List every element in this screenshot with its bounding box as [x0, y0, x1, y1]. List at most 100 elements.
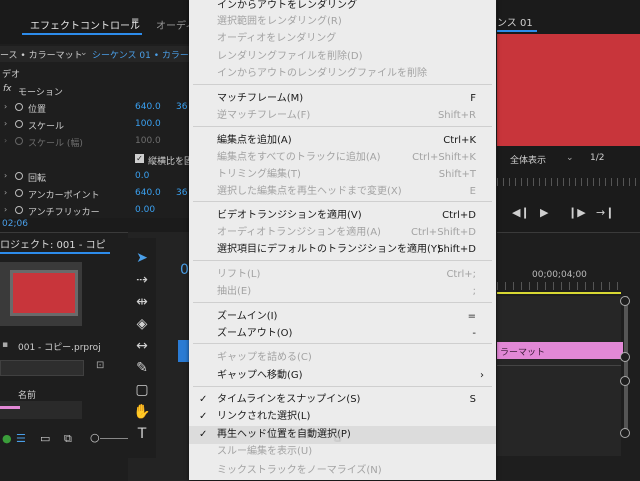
menu-item[interactable]: オーディオをレンダリング [189, 30, 496, 48]
color-matte-thumbnail[interactable] [10, 270, 78, 316]
menu-item-label: リンクされた選択(L) [217, 411, 311, 422]
freeform-view-icon[interactable]: ⧉ [64, 432, 72, 446]
timeline-timecode[interactable]: 0 [180, 262, 189, 278]
playback-resolution-select[interactable]: 1/2 [590, 153, 604, 163]
program-time-ruler[interactable] [497, 178, 640, 186]
track-select-tool-icon[interactable]: ⇢ [132, 270, 152, 290]
zoom-slider-track[interactable] [100, 438, 128, 439]
column-header-name[interactable]: 名前 [18, 388, 36, 401]
chevron-right-icon[interactable]: › [4, 205, 7, 214]
menu-item-label: リフト(L) [217, 269, 261, 280]
menu-item[interactable]: インからアウトのレンダリングファイルを削除 [189, 65, 496, 83]
menu-item[interactable]: マッチフレーム(M) F [189, 90, 496, 108]
scroll-handle-mid[interactable] [620, 352, 630, 362]
chevron-right-icon: › [4, 136, 8, 145]
scroll-handle-top[interactable] [620, 296, 630, 306]
menu-item[interactable]: ギャップへ移動(G) › [189, 367, 496, 385]
step-forward-icon[interactable]: ❙▶ [568, 206, 586, 219]
icon-view-icon[interactable]: ▭ [40, 432, 50, 445]
stopwatch-icon[interactable] [15, 206, 23, 214]
fx-icon[interactable]: fx [3, 84, 12, 94]
menu-item-label: インからアウトのレンダリングファイルを削除 [217, 68, 427, 79]
ripple-edit-tool-icon[interactable]: ⇹ [132, 292, 152, 312]
source-clip-label[interactable]: ース • カラーマット [0, 48, 83, 61]
zoom-level-select[interactable]: 全体表示 [510, 153, 546, 166]
timeline-ruler[interactable] [497, 282, 621, 290]
menu-item[interactable]: スルー編集を表示(U) [189, 443, 496, 461]
menu-item[interactable]: ✓ リンクされた選択(L) [189, 408, 496, 426]
menu-item-label: ギャップを詰める(C) [217, 352, 312, 363]
menu-item-label: オーディオトランジションを適用(A) [217, 227, 381, 238]
stopwatch-icon[interactable] [15, 103, 23, 111]
menu-item[interactable]: 逆マッチフレーム(F) Shift+R [189, 107, 496, 125]
chevron-down-icon[interactable]: ⌄ [566, 153, 574, 163]
timecode-display[interactable]: 02;06 [2, 219, 28, 229]
chevron-right-icon[interactable]: › [4, 188, 7, 197]
menu-item[interactable]: オーディオトランジションを適用(A) Ctrl+Shift+D [189, 224, 496, 242]
anchor-x-value[interactable]: 640.0 [135, 188, 161, 198]
menu-item[interactable]: ビデオトランジションを適用(V) Ctrl+D [189, 207, 496, 225]
go-to-out-icon[interactable]: →❙ [596, 206, 614, 219]
step-back-icon[interactable]: ◀❙ [512, 206, 530, 219]
selection-tool-icon[interactable]: ➤ [132, 248, 152, 268]
position-x-value[interactable]: 640.0 [135, 102, 161, 112]
vertical-scrollbar[interactable] [624, 296, 628, 436]
menu-item[interactable]: ズームイン(I) = [189, 308, 496, 326]
menu-item[interactable]: リフト(L) Ctrl+; [189, 266, 496, 284]
menu-item[interactable]: トリミング編集(T) Shift+T [189, 166, 496, 184]
anchor-y-value[interactable]: 36 [176, 188, 187, 198]
stopwatch-icon[interactable] [15, 120, 23, 128]
menu-item[interactable]: ギャップを詰める(C) [189, 349, 496, 367]
menu-item[interactable]: 選択した編集点を再生ヘッドまで変更(X) E [189, 183, 496, 201]
program-monitor-tab[interactable]: ンス 01 [497, 14, 533, 29]
menu-item[interactable]: レンダリングファイルを削除(D) [189, 48, 496, 66]
pen-tool-icon[interactable]: ✎ [132, 358, 152, 378]
stopwatch-icon[interactable] [15, 189, 23, 197]
chevron-right-icon[interactable]: › [4, 171, 7, 180]
menu-item[interactable]: ズームアウト(O) - [189, 325, 496, 343]
list-view-icon[interactable]: ☰ [16, 432, 26, 445]
rectangle-tool-icon[interactable]: ▢ [132, 380, 152, 400]
razor-tool-icon[interactable]: ◈ [132, 314, 152, 334]
new-bin-icon[interactable]: ⊡ [96, 360, 104, 371]
scale-row: › スケール 100.0 [0, 116, 190, 133]
rotation-value[interactable]: 0.0 [135, 171, 149, 181]
menu-item-label: マッチフレーム(M) [217, 93, 304, 104]
scale-value[interactable]: 100.0 [135, 119, 161, 129]
pencil-icon[interactable]: ● [2, 432, 12, 445]
project-panel-title[interactable]: ロジェクト: 001 - コピ [0, 236, 106, 251]
menu-item[interactable]: 編集点を追加(A) Ctrl+K [189, 132, 496, 150]
timeline-tracks[interactable] [497, 296, 621, 456]
checkbox-icon[interactable]: ✓ [135, 154, 144, 163]
scroll-handle-lower[interactable] [620, 376, 630, 386]
chevron-right-icon[interactable]: › [4, 119, 7, 128]
project-list-row[interactable] [0, 401, 82, 419]
scroll-handle-bottom[interactable] [620, 428, 630, 438]
position-y-value[interactable]: 36 [176, 102, 187, 112]
menu-item[interactable]: 選択範囲をレンダリング(R) [189, 13, 496, 31]
menu-item[interactable]: ✓ 再生ヘッド位置を自動選択(P) [189, 426, 496, 444]
type-tool-icon[interactable]: T [132, 424, 152, 444]
slip-tool-icon[interactable]: ↔ [132, 336, 152, 356]
antiflicker-value[interactable]: 0.00 [135, 205, 155, 215]
stopwatch-icon[interactable] [15, 172, 23, 180]
chevron-down-icon[interactable]: ⌄ [80, 48, 88, 58]
menu-item[interactable]: 編集点をすべてのトラックに追加(A) Ctrl+Shift+K [189, 149, 496, 167]
menu-item[interactable]: ✓ タイムラインをスナップイン(S) S [189, 391, 496, 409]
program-preview[interactable] [497, 34, 640, 146]
menu-item[interactable]: 抽出(E); [189, 283, 496, 301]
antiflicker-label: アンチフリッカー [28, 208, 100, 216]
chevron-right-icon[interactable]: › [4, 102, 7, 111]
menu-item[interactable]: 選択項目にデフォルトのトランジションを適用(Y) Shift+D [189, 241, 496, 259]
panel-menu-icon[interactable]: ≡ [131, 16, 139, 27]
hand-tool-icon[interactable]: ✋ [132, 402, 152, 422]
work-area-bar[interactable] [497, 292, 621, 294]
play-icon[interactable]: ▶ [540, 206, 548, 219]
tab-effect-controls[interactable]: エフェクトコントロール [30, 17, 140, 32]
sequence-clip-label[interactable]: シーケンス 01 • カラーマ [92, 48, 198, 61]
project-search-input[interactable] [0, 360, 84, 376]
menu-item-shortcut: Shift+D [437, 244, 476, 255]
motion-row[interactable]: fx モーション [0, 82, 190, 99]
zoom-slider-knob[interactable]: ○ [90, 431, 100, 444]
menu-item[interactable]: ミックストラックをノーマライズ(N) [189, 462, 496, 480]
